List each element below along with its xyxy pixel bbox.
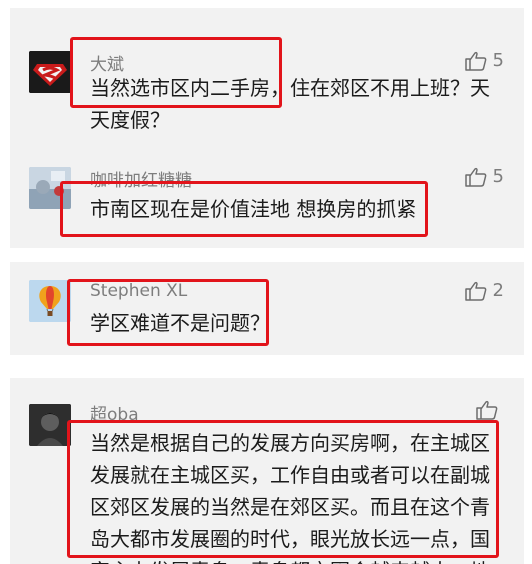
comment-text: 学区难道不是问题？	[90, 311, 270, 335]
thumbs-up-icon	[476, 400, 498, 420]
avatar[interactable]	[29, 404, 71, 446]
comment-text: 当然是根据自己的发展方向买房啊，在主城区发展就在主城区买，工作自由或者可以在副城…	[90, 431, 490, 564]
like-count: 2	[492, 280, 504, 301]
avatar-photo-icon	[29, 404, 71, 446]
comment-card-1: 大斌 当然选市区内二手房，住在郊区不用上班？天天度假？ 5 咖啡加红糖糖 市南区…	[10, 8, 524, 248]
comment-username[interactable]: Stephen XL	[90, 281, 187, 301]
avatar-photo-icon	[29, 167, 71, 209]
comment-username[interactable]: 超oba	[90, 400, 139, 425]
hot-air-balloon-icon	[29, 280, 71, 322]
comment-card-2: Stephen XL 学区难道不是问题？ 2	[10, 262, 524, 355]
comment-text: 市南区现在是价值洼地 想换房的抓紧	[90, 197, 417, 221]
thumbs-up-icon	[464, 281, 486, 301]
avatar[interactable]	[29, 51, 71, 93]
thumbs-up-icon	[464, 167, 486, 187]
comment-text: 当然选市区内二手房，住在郊区不用上班？天天度假？	[90, 76, 490, 132]
like-count: 5	[492, 50, 504, 71]
like-count: 5	[492, 166, 504, 187]
like-button[interactable]: 5	[464, 50, 504, 71]
like-button[interactable]: 5	[464, 166, 504, 187]
comment-username[interactable]: 咖啡加红糖糖	[90, 166, 192, 191]
avatar[interactable]	[29, 167, 71, 209]
comment-card-3: 超oba 当然是根据自己的发展方向买房啊，在主城区发展就在主城区买，工作自由或者…	[10, 378, 524, 564]
avatar[interactable]	[29, 280, 71, 322]
like-button[interactable]: 2	[464, 280, 504, 301]
thumbs-up-icon	[464, 51, 486, 71]
like-button[interactable]	[476, 400, 504, 420]
superman-logo-icon	[29, 51, 71, 93]
